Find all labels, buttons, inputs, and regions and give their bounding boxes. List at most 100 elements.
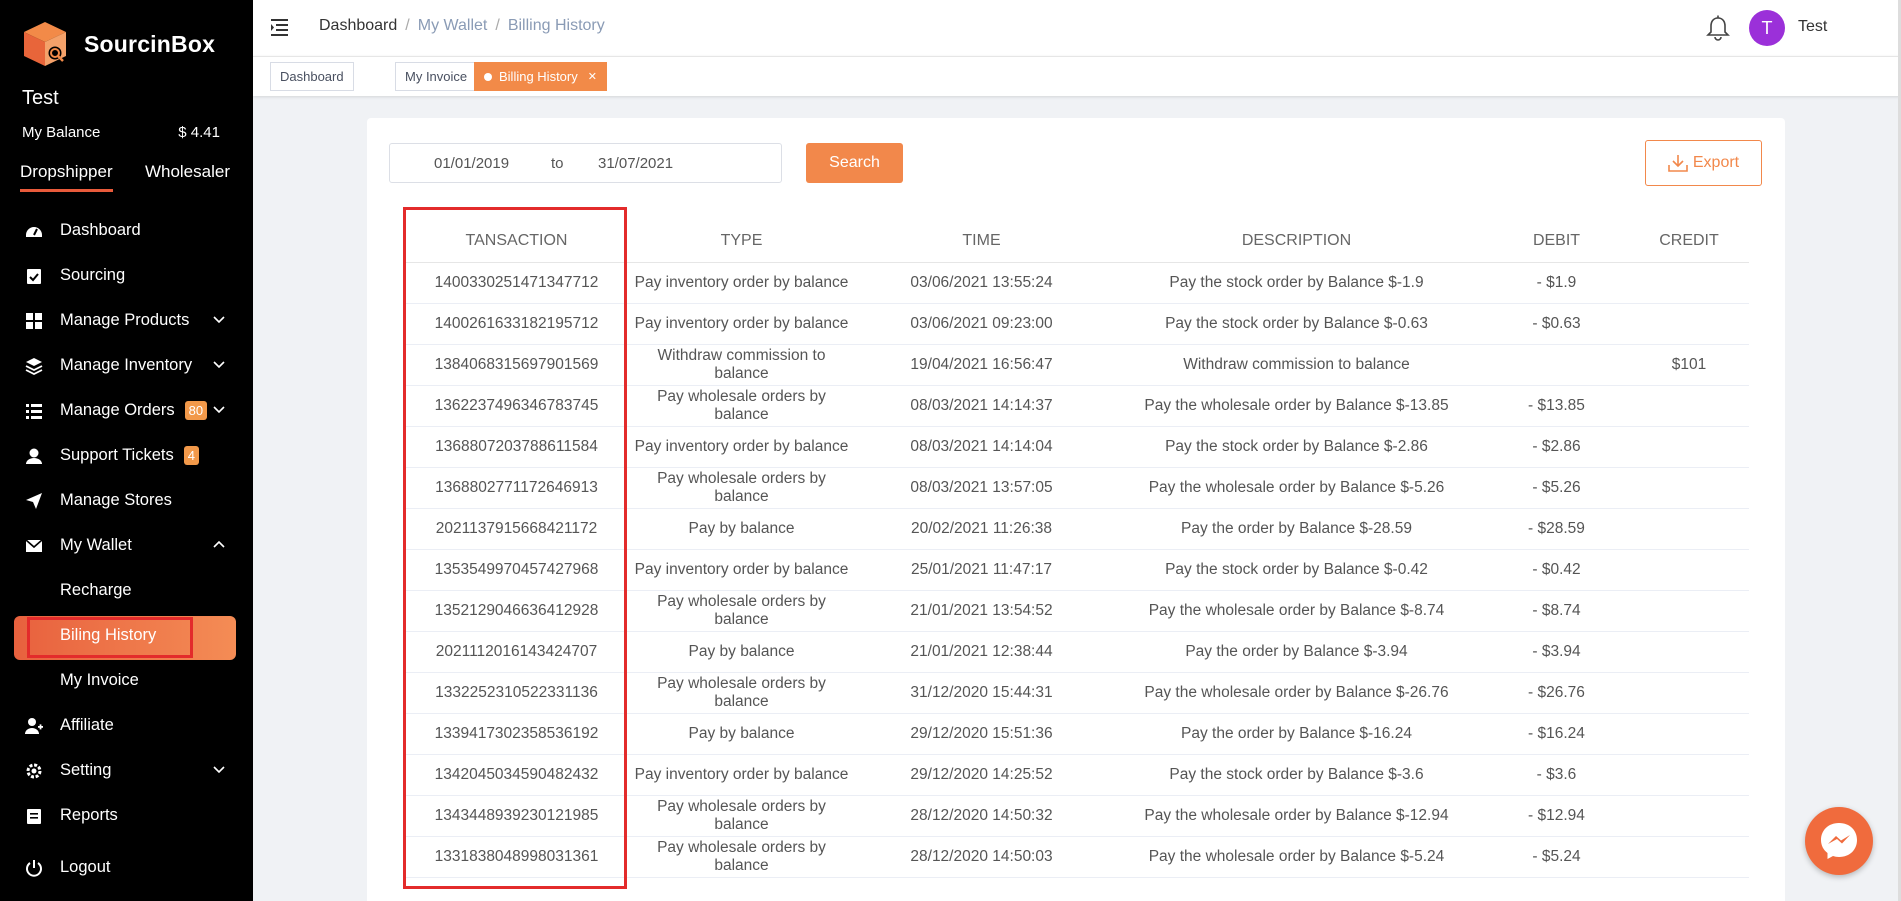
sidebar-item-label: Sourcing [60,266,126,284]
debit-amount: - $5.24 [1484,836,1629,878]
table-row: 2021112016143424707 Pay by balance 21/01/2… [404,631,1749,673]
tickets-count-badge: 4 [183,446,199,465]
layers-icon [25,358,43,375]
tag-dashboard[interactable]: Dashboard [270,62,354,91]
transaction-description: Pay the wholesale order by Balance $-26.… [1109,672,1484,714]
menu-toggle-icon[interactable] [271,18,291,36]
role-tab-dropshipper[interactable]: Dropshipper [20,162,113,192]
chevron-down-icon [213,361,225,369]
sidebar-item-manage-stores[interactable]: Manage Stores [0,478,253,523]
debit-amount: - $3.94 [1484,631,1629,673]
transaction-description: Pay the wholesale order by Balance $-8.7… [1109,590,1484,632]
credit-amount [1629,385,1749,427]
export-label: Export [1692,154,1740,171]
tag-label: My Invoice [405,69,468,84]
transaction-time: 28/12/2020 14:50:03 [854,836,1109,878]
transaction-id: 2021112016143424707 [404,631,629,673]
sidebar-item-manage-inventory[interactable]: Manage Inventory [0,343,253,388]
transaction-time: 08/03/2021 14:14:37 [854,385,1109,427]
user-plus-icon [25,718,43,734]
list-icon [26,404,42,419]
transaction-type: Pay wholesale orders by balance [629,467,854,509]
breadcrumb-my-wallet[interactable]: My Wallet [418,17,488,34]
debit-amount: - $8.74 [1484,590,1629,632]
sidebar-item-reports[interactable]: Reports [0,793,253,838]
messenger-chat-button[interactable] [1805,807,1873,875]
transaction-id: 1362237496346783745 [404,385,629,427]
breadcrumb: Dashboard / My Wallet / Billing History [319,17,605,35]
debit-amount: - $26.76 [1484,672,1629,714]
power-icon [26,860,42,877]
avatar[interactable]: T [1749,10,1785,46]
logout-button[interactable]: Logout [0,845,253,890]
sidebar-item-my-invoice[interactable]: My Invoice [0,658,253,703]
billing-table: TANSACTION TYPE TIME DESCRIPTION DEBIT C… [404,221,1749,878]
transaction-description: Pay the wholesale order by Balance $-12.… [1109,795,1484,837]
sidebar-item-setting[interactable]: Setting [0,748,253,793]
date-to[interactable]: 31/07/2021 [598,155,673,172]
table-row: 1339417302358536192 Pay by balance 29/12/2… [404,713,1749,755]
sidebar-item-billing-history[interactable]: Biling History [0,613,253,660]
transaction-type: Pay wholesale orders by balance [629,590,854,632]
transaction-type: Withdraw commission to balance [629,344,854,386]
table-row: 1400261633182195712 Pay inventory order b… [404,303,1749,345]
transaction-time: 21/01/2021 12:38:44 [854,631,1109,673]
logout-section: Logout [0,845,253,890]
table-row: 1352129046636412928 Pay wholesale orders … [404,590,1749,632]
table-row: 1362237496346783745 Pay wholesale orders … [404,385,1749,427]
tag-label: Billing History [499,69,578,84]
orders-count-badge: 80 [184,401,208,420]
balance-label: My Balance [22,124,101,141]
transaction-id: 1342045034590482432 [404,754,629,796]
transaction-time: 25/01/2021 11:47:17 [854,549,1109,591]
transaction-description: Pay the stock order by Balance $-0.42 [1109,549,1484,591]
credit-amount [1629,467,1749,509]
grid-icon [26,313,42,329]
table-row: 1332252310522331136 Pay wholesale orders … [404,672,1749,714]
transaction-time: 29/12/2020 15:51:36 [854,713,1109,755]
transaction-id: 1384068315697901569 [404,344,629,386]
table-row: 2021137915668421172 Pay by balance 20/02/2… [404,508,1749,550]
sidebar-item-manage-orders[interactable]: Manage Orders 80 [0,388,253,433]
role-tab-wholesaler[interactable]: Wholesaler [145,162,230,192]
chevron-down-icon [213,766,225,774]
transaction-time: 03/06/2021 13:55:24 [854,262,1109,304]
sidebar-item-recharge[interactable]: Recharge [0,568,253,613]
chevron-up-icon [213,540,225,548]
search-button[interactable]: Search [806,143,903,183]
export-button[interactable]: Export [1645,140,1762,186]
column-header-debit: DEBIT [1484,221,1629,263]
sidebar-item-sourcing[interactable]: Sourcing [0,253,253,298]
transaction-time: 08/03/2021 13:57:05 [854,467,1109,509]
support-icon [26,448,42,464]
sidebar-item-support-tickets[interactable]: Support Tickets 4 [0,433,253,478]
breadcrumb-dashboard[interactable]: Dashboard [319,17,397,34]
transaction-type: Pay inventory order by balance [629,549,854,591]
table-row: 1331838048998031361 Pay wholesale orders … [404,836,1749,878]
tag-billing-history[interactable]: Billing History ✕ [474,62,607,91]
sidebar: SourcinBox Test My Balance $ 4.41 Dropsh… [0,0,253,901]
credit-amount [1629,672,1749,714]
brand-name: SourcinBox [84,30,216,57]
sidebar-item-label: Setting [60,761,112,779]
debit-amount: - $1.9 [1484,262,1629,304]
table-row: 1368802771172646913 Pay wholesale orders … [404,467,1749,509]
brand[interactable]: SourcinBox [22,20,215,68]
sidebar-item-my-wallet[interactable]: My Wallet [0,523,253,568]
header-user-name[interactable]: Test [1798,18,1827,36]
sidebar-nav: Dashboard Sourcing Manage Products Manag… [0,208,253,838]
date-range-picker[interactable]: 01/01/2019 to 31/07/2021 [389,143,782,183]
sidebar-item-label: Reports [60,806,118,824]
date-from[interactable]: 01/01/2019 [434,155,509,172]
transaction-time: 03/06/2021 09:23:00 [854,303,1109,345]
sidebar-item-affiliate[interactable]: Affiliate [0,703,253,748]
transaction-id: 1331838048998031361 [404,836,629,878]
close-icon[interactable]: ✕ [588,70,597,83]
transaction-id: 1400330251471347712 [404,262,629,304]
bell-icon[interactable] [1706,15,1730,41]
credit-amount [1629,426,1749,468]
credit-amount [1629,590,1749,632]
sidebar-item-manage-products[interactable]: Manage Products [0,298,253,343]
transaction-type: Pay wholesale orders by balance [629,836,854,878]
sidebar-item-dashboard[interactable]: Dashboard [0,208,253,253]
